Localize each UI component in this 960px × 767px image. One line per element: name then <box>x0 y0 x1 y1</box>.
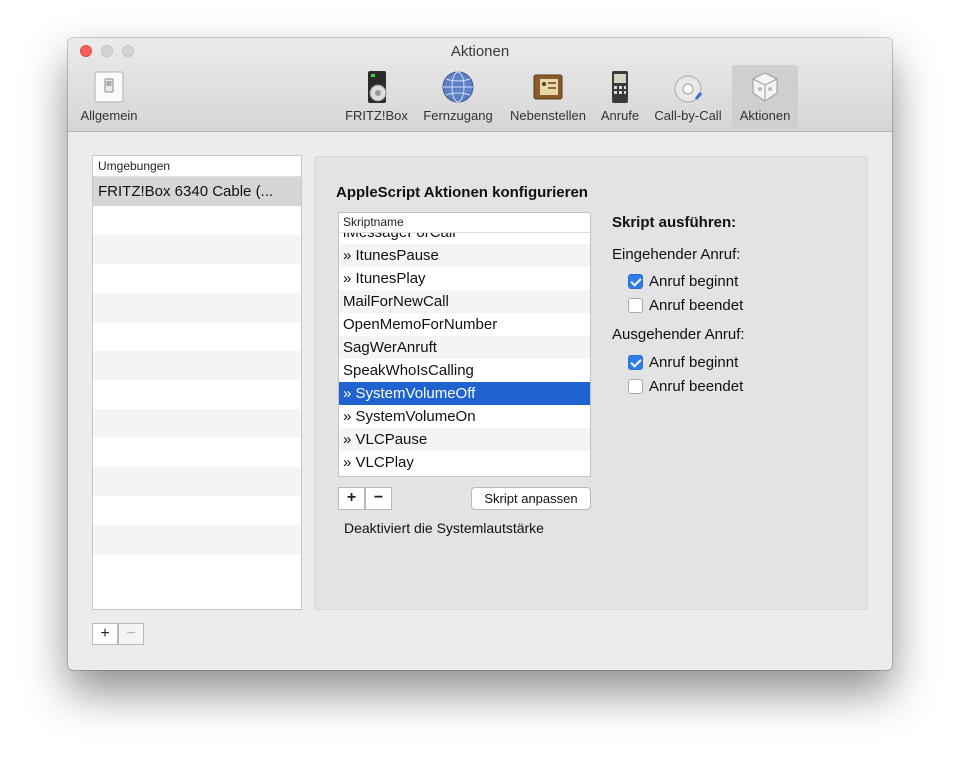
edit-script-button[interactable]: Skript anpassen <box>471 487 591 510</box>
tab-label: Allgemein <box>80 108 138 123</box>
tab-call-by-call[interactable]: Call-by-Call <box>648 65 728 129</box>
table-row[interactable]: SagWerAnruft <box>339 336 590 359</box>
empty-row <box>93 351 301 380</box>
switch-icon <box>94 71 124 103</box>
checkbox-label[interactable]: Anruf beginnt <box>649 354 738 371</box>
checkbox-label[interactable]: Anruf beendet <box>649 297 743 314</box>
table-row[interactable]: » ItunesPlay <box>339 267 590 290</box>
outgoing-start-checkbox[interactable]: Anruf beginnt <box>628 353 738 371</box>
incoming-call-label: Eingehender Anruf: <box>612 246 741 263</box>
tab-allgemein[interactable]: Allgemein <box>74 65 144 129</box>
table-row[interactable]: » VLCPlay <box>339 451 590 474</box>
tab-label: Aktionen <box>739 108 791 123</box>
tab-label: Fernzugang <box>423 108 493 123</box>
add-script-button[interactable]: + <box>338 487 365 510</box>
list-item[interactable]: FRITZ!Box 6340 Cable (... <box>93 177 301 206</box>
environment-buttons: + − <box>92 623 144 645</box>
router-icon <box>367 71 386 103</box>
empty-row <box>93 380 301 409</box>
actions-panel: AppleScript Aktionen konfigurieren Skrip… <box>314 156 868 610</box>
empty-row <box>93 322 301 351</box>
title-bar: Aktionen Allgemein FRITZ!Box Fernzugang … <box>68 38 892 132</box>
scripts-rows: iMessageForCall » ItunesPause » ItunesPl… <box>339 221 590 474</box>
phone-icon <box>612 71 628 103</box>
panel-title: AppleScript Aktionen konfigurieren <box>336 184 588 201</box>
outgoing-call-label: Ausgehender Anruf: <box>612 326 745 343</box>
action-puzzle-icon <box>752 72 778 102</box>
incoming-end-checkbox[interactable]: Anruf beendet <box>628 296 743 314</box>
scripts-table[interactable]: Skriptname iMessageForCall » ItunesPause… <box>338 212 591 477</box>
table-row[interactable]: MailForNewCall <box>339 290 590 313</box>
checkbox-label[interactable]: Anruf beginnt <box>649 273 738 290</box>
preferences-window: Aktionen Allgemein FRITZ!Box Fernzugang … <box>68 38 892 670</box>
empty-row <box>93 496 301 525</box>
empty-row <box>93 206 301 235</box>
checkbox-unchecked[interactable] <box>628 297 643 313</box>
tab-anrufe[interactable]: Anrufe <box>596 65 644 129</box>
remove-script-button[interactable]: − <box>365 487 392 510</box>
tab-fritzbox[interactable]: FRITZ!Box <box>343 65 410 129</box>
empty-row <box>93 554 301 583</box>
table-row[interactable]: » SystemVolumeOn <box>339 405 590 428</box>
table-row-selected[interactable]: » SystemVolumeOff <box>339 382 590 405</box>
outgoing-end-checkbox[interactable]: Anruf beendet <box>628 377 743 395</box>
remove-environment-button[interactable]: − <box>118 623 144 645</box>
table-row[interactable]: SpeakWhoIsCalling <box>339 359 590 382</box>
empty-row <box>93 525 301 554</box>
tab-label: Anrufe <box>600 108 640 123</box>
empty-row <box>93 409 301 438</box>
table-row[interactable]: OpenMemoForNumber <box>339 313 590 336</box>
tab-label: FRITZ!Box <box>345 108 408 123</box>
empty-row <box>93 467 301 496</box>
empty-row <box>93 438 301 467</box>
tab-fernzugang[interactable]: Fernzugang <box>418 65 498 129</box>
window-title: Aktionen <box>450 43 510 60</box>
checkbox-checked[interactable] <box>628 354 643 370</box>
checkbox-label[interactable]: Anruf beendet <box>649 378 743 395</box>
rotary-phone-icon <box>674 75 703 103</box>
script-description: Deaktiviert die Systemlautstärke <box>344 520 544 536</box>
table-row[interactable]: » ItunesPause <box>339 244 590 267</box>
script-buttons: + − <box>338 487 392 510</box>
empty-row <box>93 293 301 322</box>
column-header-skriptname[interactable]: Skriptname <box>339 213 590 233</box>
phonebook-icon <box>533 74 563 100</box>
empty-row <box>93 235 301 264</box>
tab-aktionen[interactable]: Aktionen <box>732 65 798 129</box>
table-row[interactable]: » VLCPause <box>339 428 590 451</box>
tab-label: Nebenstellen <box>510 108 586 123</box>
run-title: Skript ausführen: <box>612 214 737 231</box>
environments-header[interactable]: Umgebungen <box>93 156 301 177</box>
environments-list[interactable]: Umgebungen FRITZ!Box 6340 Cable (... <box>92 155 302 610</box>
tab-nebenstellen[interactable]: Nebenstellen <box>504 65 592 129</box>
tab-label: Call-by-Call <box>654 108 722 123</box>
incoming-start-checkbox[interactable]: Anruf beginnt <box>628 272 738 290</box>
checkbox-unchecked[interactable] <box>628 378 643 394</box>
checkbox-checked[interactable] <box>628 273 643 289</box>
add-environment-button[interactable]: + <box>92 623 118 645</box>
globe-icon <box>442 71 474 103</box>
empty-row <box>93 264 301 293</box>
